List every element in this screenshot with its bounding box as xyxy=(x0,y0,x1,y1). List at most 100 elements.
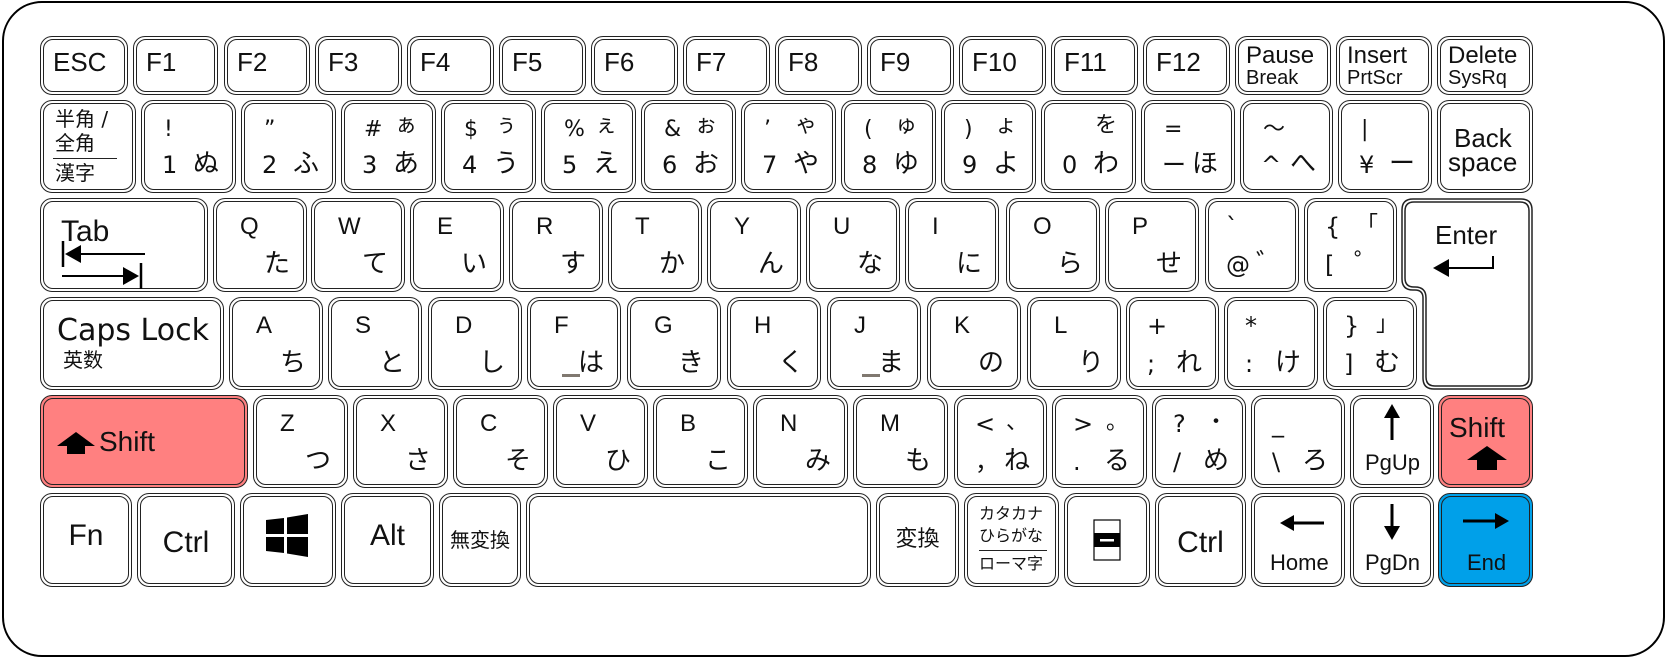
key-w[interactable]: Wて xyxy=(311,198,405,292)
key-delete[interactable]: Delete SysRq xyxy=(1437,36,1533,95)
key-label-letter: O xyxy=(1033,213,1052,240)
key-i[interactable]: Iに xyxy=(905,198,999,292)
key-number-6[interactable]: & ぉ 6 お xyxy=(641,100,736,193)
key-number-8[interactable]: (ゅ 8 ゆ xyxy=(841,100,936,193)
key-label-num: 0 xyxy=(1062,151,1078,179)
key-shift-right[interactable]: Shift xyxy=(1438,395,1533,488)
key-henkan[interactable]: 変換 xyxy=(876,493,959,587)
key-pgup[interactable]: PgUp xyxy=(1350,395,1434,488)
key-k[interactable]: Kの xyxy=(927,297,1021,390)
key-o[interactable]: Oら xyxy=(1006,198,1100,292)
key-label-letter: I xyxy=(932,213,939,240)
key-insert[interactable]: Insert PrtScr xyxy=(1336,36,1432,95)
key-windows[interactable] xyxy=(240,493,336,587)
key-space[interactable] xyxy=(526,493,871,587)
key-label-letter: G xyxy=(654,312,673,339)
key-z[interactable]: Zつ xyxy=(253,395,348,488)
key-f12[interactable]: F12 xyxy=(1143,36,1230,95)
key-number-2[interactable]: ” 2 ふ xyxy=(241,100,336,193)
key-label-letter: N xyxy=(780,410,798,437)
key-hankaku-zenkaku[interactable]: 半角 / 全角 漢字 xyxy=(40,100,136,193)
key-alt[interactable]: Alt xyxy=(341,493,434,587)
key-number-12[interactable]: 〜 ^ へ xyxy=(1240,100,1333,193)
key-pause[interactable]: Pause Break xyxy=(1235,36,1331,95)
key-period[interactable]: > 。 . る xyxy=(1052,395,1147,488)
key-g[interactable]: Gき xyxy=(627,297,721,390)
key-d[interactable]: Dし xyxy=(428,297,522,390)
key-c[interactable]: Cそ xyxy=(453,395,548,488)
key-esc[interactable]: ESC xyxy=(40,36,128,95)
key-fn[interactable]: Fn xyxy=(40,493,132,587)
key-f1[interactable]: F1 xyxy=(133,36,218,95)
key-b[interactable]: Bこ xyxy=(653,395,748,488)
key-number-5[interactable]: % ぇ 5 え xyxy=(541,100,636,193)
key-label-kana: た xyxy=(263,249,290,279)
key-m[interactable]: Mも xyxy=(853,395,948,488)
key-colon[interactable]: * : け xyxy=(1224,297,1318,390)
key-f2[interactable]: F2 xyxy=(224,36,310,95)
key-tab[interactable]: Tab xyxy=(40,198,208,292)
key-slash[interactable]: ? ・ / め xyxy=(1152,395,1246,488)
key-number-10[interactable]: を0わ xyxy=(1041,100,1136,193)
key-h[interactable]: Hく xyxy=(727,297,821,390)
key-u[interactable]: Uな xyxy=(806,198,900,292)
key-number-13[interactable]: | ¥ ー xyxy=(1338,100,1432,193)
key-f3[interactable]: F3 xyxy=(315,36,402,95)
key-f9[interactable]: F9 xyxy=(867,36,954,95)
key-muhenkan[interactable]: 無変換 xyxy=(439,493,521,587)
key-semicolon[interactable]: + ; れ xyxy=(1126,297,1219,390)
key-label-shift-kana: 」 xyxy=(1375,312,1398,337)
key-n[interactable]: Nみ xyxy=(753,395,848,488)
key-label-shift-kana: ぉ xyxy=(694,113,717,138)
key-label-shift: * xyxy=(1245,312,1257,340)
key-number-11[interactable]: = ーほ xyxy=(1141,100,1235,193)
key-number-7[interactable]: ’ ゃ 7 や xyxy=(741,100,836,193)
key-label-kana: ろ xyxy=(1301,446,1328,476)
key-f7[interactable]: F7 xyxy=(683,36,770,95)
key-label-shift: ’ xyxy=(764,117,771,142)
key-e[interactable]: Eい xyxy=(410,198,504,292)
key-comma[interactable]: < 、 ， ね xyxy=(954,395,1047,488)
key-r[interactable]: Rす xyxy=(509,198,603,292)
key-home[interactable]: Home xyxy=(1251,493,1345,587)
key-f6[interactable]: F6 xyxy=(591,36,678,95)
key-shift-left[interactable]: Shift xyxy=(40,395,248,488)
key-p[interactable]: Pせ xyxy=(1105,198,1199,292)
key-label-line2: 英数 xyxy=(63,348,103,372)
key-ctrl-left[interactable]: Ctrl xyxy=(137,493,235,587)
key-f[interactable]: Fは xyxy=(527,297,621,390)
key-t[interactable]: Tか xyxy=(608,198,702,292)
key-ctrl-right[interactable]: Ctrl xyxy=(1155,493,1246,587)
key-pgdn[interactable]: PgDn xyxy=(1350,493,1434,587)
key-katakana-hiragana[interactable]: カタカナ ひらがな ローマ字 xyxy=(964,493,1059,587)
key-caps-lock[interactable]: Caps Lock 英数 xyxy=(40,297,224,390)
key-backspace[interactable]: Back space xyxy=(1437,100,1533,193)
key-f11[interactable]: F11 xyxy=(1051,36,1138,95)
key-number-1[interactable]: ! 1 ぬ xyxy=(141,100,236,193)
key-s[interactable]: Sと xyxy=(328,297,422,390)
key-bracket-open[interactable]: { 「 [ ゜ xyxy=(1304,198,1397,292)
key-y[interactable]: Yん xyxy=(707,198,801,292)
key-end[interactable]: End xyxy=(1438,493,1533,587)
key-l[interactable]: Lり xyxy=(1027,297,1121,390)
key-j[interactable]: Jま xyxy=(827,297,921,390)
key-f4[interactable]: F4 xyxy=(407,36,494,95)
key-label-kana: ん xyxy=(757,249,784,279)
key-v[interactable]: Vひ xyxy=(553,395,648,488)
key-number-9[interactable]: ) ょ 9 よ xyxy=(941,100,1036,193)
key-f8[interactable]: F8 xyxy=(775,36,862,95)
key-label-kana: ゜ xyxy=(1353,249,1380,279)
key-application[interactable] xyxy=(1064,493,1150,587)
key-f10[interactable]: F10 xyxy=(959,36,1046,95)
key-enter[interactable]: Enter xyxy=(1401,198,1533,390)
key-at[interactable]: ` @ ゛ xyxy=(1205,198,1299,292)
key-number-4[interactable]: $ ぅ 4 う xyxy=(441,100,536,193)
key-a[interactable]: Aち xyxy=(229,297,323,390)
key-number-3[interactable]: # ぁ 3 あ xyxy=(341,100,436,193)
key-backslash[interactable]: _ \ ろ xyxy=(1251,395,1345,488)
key-q[interactable]: Qた xyxy=(213,198,307,292)
key-x[interactable]: Xさ xyxy=(353,395,448,488)
key-f5[interactable]: F5 xyxy=(499,36,586,95)
key-label-top: Pause xyxy=(1246,42,1315,69)
key-bracket-close[interactable]: } 」 ] む xyxy=(1323,297,1417,390)
